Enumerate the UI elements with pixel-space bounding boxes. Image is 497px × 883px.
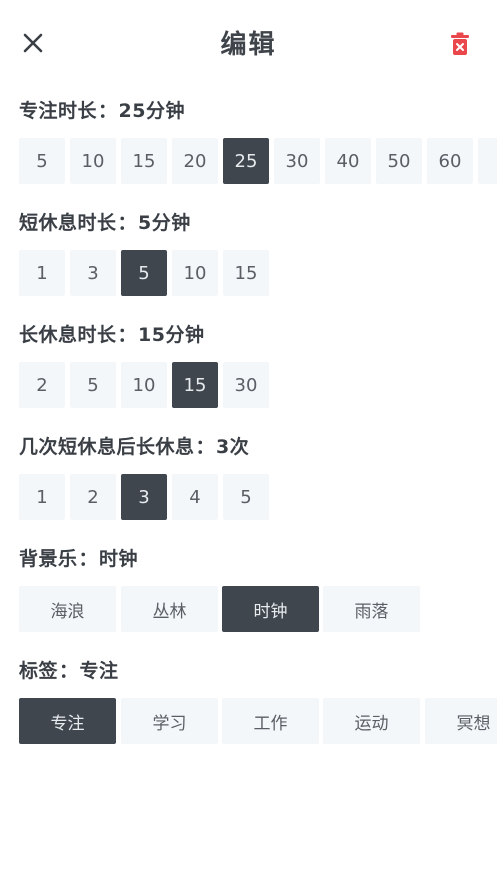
trash-icon xyxy=(451,32,469,55)
interval-title: 几次短休息后长休息：3次 xyxy=(19,434,497,460)
focus-duration-value: 25分钟 xyxy=(118,100,185,122)
music-colon: ： xyxy=(78,548,99,570)
short-break-option-15[interactable]: 15 xyxy=(223,250,269,296)
short-break-title: 短休息时长：5分钟 xyxy=(19,210,497,236)
focus-option-25[interactable]: 25 xyxy=(223,138,269,184)
interval-option-3[interactable]: 3 xyxy=(121,474,167,520)
short-break-section: 短休息时长：5分钟 1 3 5 10 15 xyxy=(19,210,497,296)
focus-option-10[interactable]: 10 xyxy=(70,138,116,184)
focus-option-30[interactable]: 30 xyxy=(274,138,320,184)
focus-duration-colon: ： xyxy=(98,100,118,122)
short-break-option-10[interactable]: 10 xyxy=(172,250,218,296)
short-break-option-5[interactable]: 5 xyxy=(121,250,167,296)
interval-option-1[interactable]: 1 xyxy=(19,474,65,520)
short-break-label: 短休息时长 xyxy=(19,212,117,234)
delete-button[interactable] xyxy=(446,30,474,58)
focus-option-50[interactable]: 50 xyxy=(376,138,422,184)
music-title: 背景乐：时钟 xyxy=(19,546,497,572)
interval-option-4[interactable]: 4 xyxy=(172,474,218,520)
tag-option-work[interactable]: 工作 xyxy=(222,698,319,744)
long-break-title: 长休息时长：15分钟 xyxy=(19,322,497,348)
interval-value: 3次 xyxy=(216,436,250,458)
focus-option-40[interactable]: 40 xyxy=(325,138,371,184)
page-title: 编辑 xyxy=(220,30,277,60)
long-break-value: 15分钟 xyxy=(138,324,205,346)
focus-duration-options: 5 10 15 20 25 30 40 50 60 xyxy=(19,138,497,184)
music-option-rain[interactable]: 雨落 xyxy=(323,586,420,632)
music-label: 背景乐 xyxy=(19,548,78,570)
tag-colon: ： xyxy=(59,660,79,682)
music-option-jungle[interactable]: 丛林 xyxy=(121,586,218,632)
tag-option-study[interactable]: 学习 xyxy=(121,698,218,744)
interval-option-2[interactable]: 2 xyxy=(70,474,116,520)
tag-section: 标签：专注 专注 学习 工作 运动 冥想 xyxy=(19,658,497,744)
long-break-option-10[interactable]: 10 xyxy=(121,362,167,408)
tag-title: 标签：专注 xyxy=(19,658,497,684)
focus-duration-title: 专注时长：25分钟 xyxy=(19,98,497,124)
short-break-value: 5分钟 xyxy=(138,212,191,234)
long-break-option-5[interactable]: 5 xyxy=(70,362,116,408)
interval-options: 1 2 3 4 5 xyxy=(19,474,497,520)
short-break-colon: ： xyxy=(117,212,138,234)
interval-section: 几次短休息后长休息：3次 1 2 3 4 5 xyxy=(19,434,497,520)
focus-option-5[interactable]: 5 xyxy=(19,138,65,184)
long-break-options: 2 5 10 15 30 xyxy=(19,362,497,408)
tag-value: 专注 xyxy=(79,660,119,682)
long-break-option-30[interactable]: 30 xyxy=(223,362,269,408)
focus-option-20[interactable]: 20 xyxy=(172,138,218,184)
interval-label: 几次短休息后长休息 xyxy=(19,436,195,458)
interval-option-5[interactable]: 5 xyxy=(223,474,269,520)
interval-colon: ： xyxy=(195,436,216,458)
tag-label: 标签 xyxy=(19,660,59,682)
short-break-option-1[interactable]: 1 xyxy=(19,250,65,296)
top-bar: 编辑 xyxy=(0,0,497,90)
long-break-option-2[interactable]: 2 xyxy=(19,362,65,408)
music-options: 海浪 丛林 时钟 雨落 xyxy=(19,586,497,632)
short-break-options: 1 3 5 10 15 xyxy=(19,250,497,296)
tag-option-meditation[interactable]: 冥想 xyxy=(425,698,497,744)
tag-options: 专注 学习 工作 运动 冥想 xyxy=(19,698,497,744)
music-value: 时钟 xyxy=(99,548,139,570)
focus-option-60[interactable]: 60 xyxy=(427,138,473,184)
long-break-section: 长休息时长：15分钟 2 5 10 15 30 xyxy=(19,322,497,408)
long-break-label: 长休息时长 xyxy=(19,324,117,346)
tag-option-sport[interactable]: 运动 xyxy=(323,698,420,744)
music-option-clock[interactable]: 时钟 xyxy=(222,586,319,632)
focus-duration-section: 专注时长：25分钟 5 10 15 20 25 30 40 50 60 xyxy=(19,98,497,184)
long-break-option-15[interactable]: 15 xyxy=(172,362,218,408)
focus-option-more[interactable] xyxy=(478,138,497,184)
focus-option-15[interactable]: 15 xyxy=(121,138,167,184)
music-section: 背景乐：时钟 海浪 丛林 时钟 雨落 xyxy=(19,546,497,632)
tag-option-focus[interactable]: 专注 xyxy=(19,698,116,744)
long-break-colon: ： xyxy=(117,324,138,346)
music-option-waves[interactable]: 海浪 xyxy=(19,586,116,632)
short-break-option-3[interactable]: 3 xyxy=(70,250,116,296)
focus-duration-label: 专注时长 xyxy=(19,100,98,122)
